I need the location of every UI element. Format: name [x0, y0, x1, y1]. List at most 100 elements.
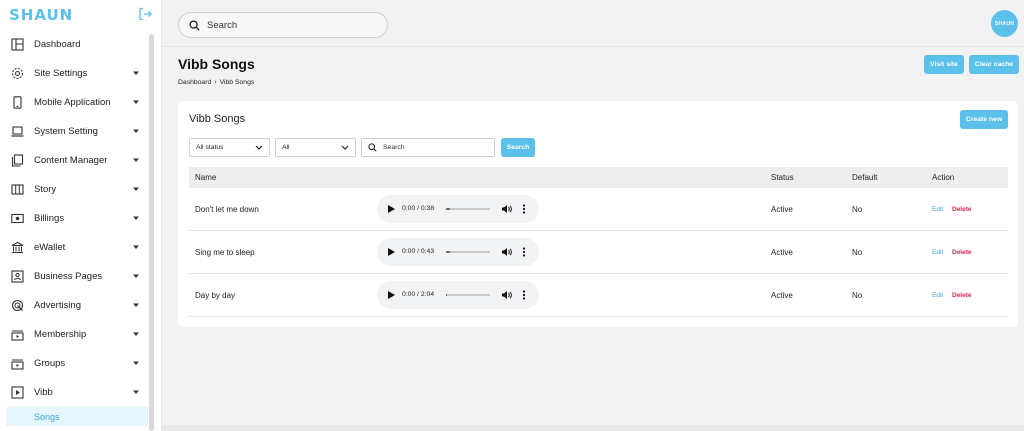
sidebar-item-groups[interactable]: Groups — [0, 349, 146, 378]
audio-progress-track[interactable] — [446, 251, 490, 253]
audio-progress-fill — [446, 208, 450, 210]
audio-progress-fill — [446, 294, 447, 296]
sidebar-item-dashboard[interactable]: Dashboard — [0, 30, 146, 59]
sidebar-item-mobile-application[interactable]: Mobile Application — [0, 88, 146, 117]
audio-progress-fill — [446, 251, 450, 253]
global-search-input[interactable] — [207, 19, 367, 31]
more-vertical-icon[interactable] — [522, 290, 526, 300]
edit-link[interactable]: Edit — [932, 206, 943, 213]
money-icon — [11, 213, 24, 224]
play-icon[interactable] — [388, 248, 395, 256]
sidebar-item-ewallet[interactable]: eWallet — [0, 233, 146, 262]
audio-player[interactable]: 0:00 / 0:38 — [377, 195, 539, 223]
caret-down-icon — [133, 390, 139, 394]
sidebar-item-story[interactable]: Story — [0, 175, 146, 204]
delete-link[interactable]: Delete — [952, 249, 972, 256]
sidebar-item-advertising[interactable]: Advertising — [0, 291, 146, 320]
search-icon — [368, 143, 377, 152]
delete-link[interactable]: Delete — [952, 206, 972, 213]
search-button[interactable]: Search — [501, 138, 535, 157]
target-icon — [11, 299, 24, 312]
play-icon[interactable] — [388, 205, 395, 213]
caret-down-icon — [133, 187, 139, 191]
audio-player[interactable]: 0:00 / 2:04 — [377, 281, 539, 309]
songs-search-field[interactable] — [361, 138, 495, 157]
type-filter-select[interactable]: All — [275, 138, 356, 157]
sidebar-item-label: eWallet — [34, 242, 66, 253]
topbar: SHAUN — [162, 0, 1024, 47]
global-search[interactable] — [178, 12, 388, 38]
caret-down-icon — [133, 361, 139, 365]
song-default: No — [852, 248, 863, 257]
audio-progress-track[interactable] — [446, 294, 490, 296]
caret-down-icon — [133, 129, 139, 133]
sidebar-item-label: Advertising — [34, 300, 81, 311]
song-default: No — [852, 205, 863, 214]
logo[interactable]: SHAUN — [9, 6, 74, 24]
table-row: Don't let me down 0:00 / 0:38 Active No Edit… — [189, 188, 1008, 231]
sidebar-subitem-label: Songs — [34, 411, 60, 422]
video-play-icon — [11, 386, 24, 399]
caret-down-icon — [133, 332, 139, 336]
caret-down-icon — [133, 245, 139, 249]
status-filter-select[interactable]: All status — [189, 138, 270, 157]
songs-search-input[interactable] — [383, 144, 493, 151]
audio-time: 0:00 / 2:04 — [402, 291, 435, 298]
bank-icon — [11, 241, 24, 253]
sidebar-item-billings[interactable]: Billings — [0, 204, 146, 233]
avatar-text: SHAUN — [994, 20, 1015, 27]
columns-icon — [11, 184, 24, 195]
sidebar-item-label: Vibb — [34, 387, 53, 398]
volume-icon[interactable] — [502, 247, 512, 257]
edit-link[interactable]: Edit — [932, 292, 943, 299]
song-status: Active — [771, 248, 793, 257]
song-name: Sing me to sleep — [195, 248, 255, 257]
logout-icon[interactable] — [138, 7, 152, 21]
sidebar-item-membership[interactable]: Membership — [0, 320, 146, 349]
search-icon — [189, 19, 200, 31]
sidebar-item-content-manager[interactable]: Content Manager — [0, 146, 146, 175]
chevron-down-icon — [255, 145, 263, 150]
type-filter-value: All — [282, 144, 290, 151]
clear-cache-button[interactable]: Clear cache — [969, 55, 1019, 74]
song-default: No — [852, 291, 863, 300]
avatar[interactable]: SHAUN — [991, 10, 1018, 37]
caret-down-icon — [133, 158, 139, 162]
breadcrumb-dashboard[interactable]: Dashboard — [178, 79, 211, 86]
volume-icon[interactable] — [502, 204, 512, 214]
delete-link[interactable]: Delete — [952, 292, 972, 299]
song-status: Active — [771, 291, 793, 300]
sidebar-item-label: Membership — [34, 329, 87, 340]
card-title: Vibb Songs — [189, 113, 246, 125]
sidebar-item-label: Business Pages — [34, 271, 103, 282]
audio-player[interactable]: 0:00 / 0:43 — [377, 238, 539, 266]
audio-progress-track[interactable] — [446, 208, 490, 210]
edit-link[interactable]: Edit — [932, 249, 943, 256]
membership-icon — [11, 330, 24, 341]
more-vertical-icon[interactable] — [522, 204, 526, 214]
sidebar-item-label: System Setting — [34, 126, 98, 137]
volume-icon[interactable] — [502, 290, 512, 300]
sidebar-scrollbar[interactable] — [149, 34, 154, 431]
phone-icon — [13, 96, 22, 109]
sidebar-item-label: Story — [34, 184, 57, 195]
sidebar-item-vibb[interactable]: Vibb — [0, 378, 146, 407]
audio-time: 0:00 / 0:43 — [402, 248, 435, 255]
visit-site-button[interactable]: Visit site — [924, 55, 964, 74]
sidebar-item-business-pages[interactable]: Business Pages — [0, 262, 146, 291]
dashboard-icon — [11, 38, 24, 51]
groups-icon — [11, 359, 24, 370]
song-name: Day by day — [195, 291, 236, 300]
sidebar-item-system-setting[interactable]: System Setting — [0, 117, 146, 146]
sidebar-subitem-songs[interactable]: Songs — [6, 407, 148, 426]
play-icon[interactable] — [388, 291, 395, 299]
sidebar-item-site-settings[interactable]: Site Settings — [0, 59, 146, 88]
logo-text: SHAUN — [9, 6, 74, 24]
sidebar: SHAUN Dashboard Site Settings Mobile Appli… — [0, 0, 162, 431]
table-row: Sing me to sleep 0:00 / 0:43 Active No Edit D… — [189, 231, 1008, 274]
create-new-button[interactable]: Create new — [960, 110, 1008, 129]
caret-down-icon — [133, 100, 139, 104]
table-row: Day by day 0:00 / 2:04 Active No Edit Delete — [189, 274, 1008, 317]
chevron-down-icon — [341, 145, 349, 150]
more-vertical-icon[interactable] — [522, 247, 526, 257]
